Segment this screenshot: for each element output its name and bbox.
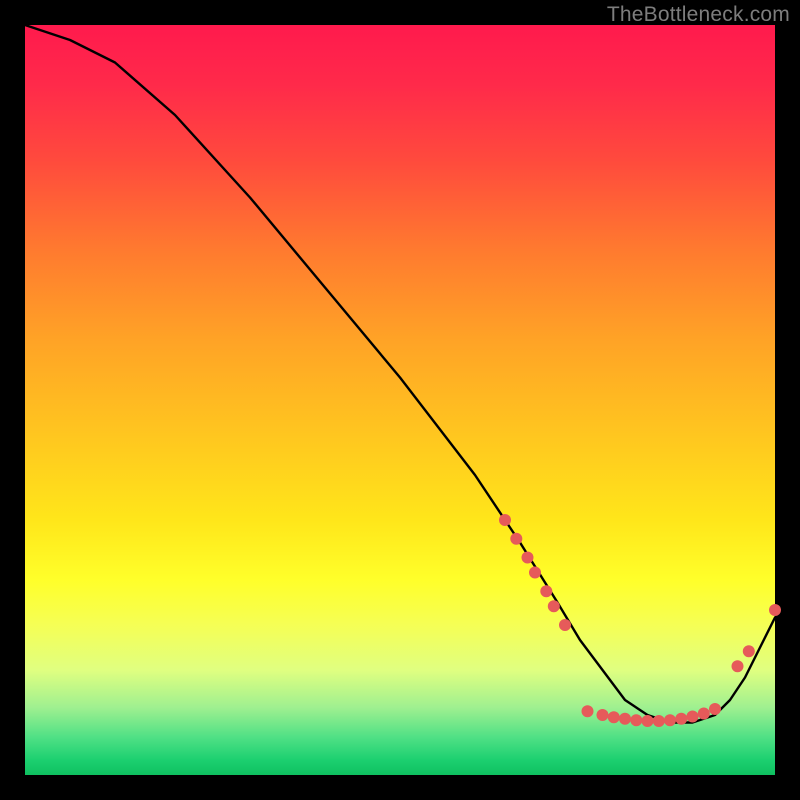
data-marker xyxy=(664,714,676,726)
data-marker xyxy=(540,585,552,597)
data-marker xyxy=(597,709,609,721)
data-marker xyxy=(619,713,631,725)
data-marker xyxy=(529,567,541,579)
data-marker xyxy=(510,533,522,545)
data-marker xyxy=(709,703,721,715)
data-marker xyxy=(499,514,511,526)
data-marker xyxy=(582,705,594,717)
plot-area xyxy=(25,25,775,775)
data-marker xyxy=(675,713,687,725)
highlighted-points-group xyxy=(499,514,781,727)
data-marker xyxy=(548,600,560,612)
data-marker xyxy=(522,552,534,564)
data-marker xyxy=(698,708,710,720)
curve-svg xyxy=(25,25,775,775)
data-marker xyxy=(630,714,642,726)
data-marker xyxy=(687,711,699,723)
data-marker xyxy=(559,619,571,631)
data-marker xyxy=(732,660,744,672)
watermark-text: TheBottleneck.com xyxy=(607,3,790,27)
bottleneck-curve-path xyxy=(25,25,775,723)
chart-frame: TheBottleneck.com xyxy=(0,0,800,800)
data-marker xyxy=(769,604,781,616)
data-marker xyxy=(608,711,620,723)
data-marker xyxy=(743,645,755,657)
data-marker xyxy=(653,715,665,727)
data-marker xyxy=(642,715,654,727)
